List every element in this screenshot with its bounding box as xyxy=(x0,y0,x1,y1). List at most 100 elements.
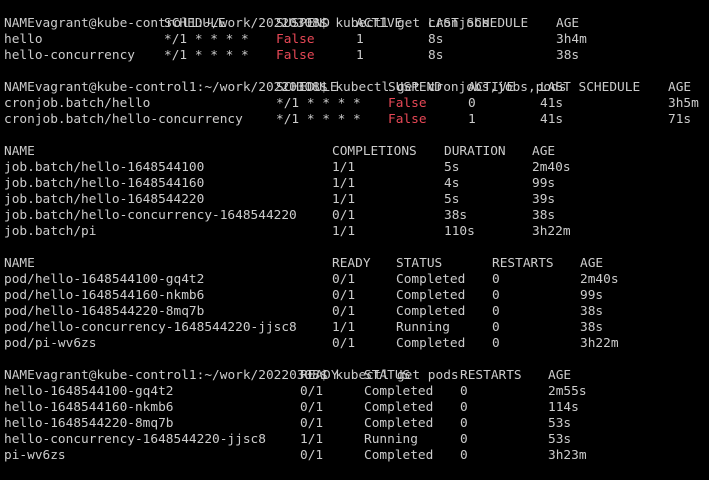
job-name: job.batch/hello-1648544220 xyxy=(4,192,205,207)
column-header-duration: DURATION xyxy=(444,144,506,159)
pod-restarts: 0 xyxy=(492,320,500,335)
pod-age: 38s xyxy=(580,304,604,319)
pod-name: hello-1648544100-gq4t2 xyxy=(4,384,174,399)
column-header-age: AGE xyxy=(668,80,692,95)
column-header-age: AGE xyxy=(580,256,604,271)
cronjob-active: 1 xyxy=(356,32,364,47)
pod-ready: 0/1 xyxy=(300,416,324,431)
job-completions: 1/1 xyxy=(332,224,356,239)
cronjob-schedule: */1 * * * * xyxy=(276,112,361,127)
table-row: job.batch/hello-1648544100 1/1 5s 2m40s xyxy=(4,160,709,176)
cronjob-name: cronjob.batch/hello-concurrency xyxy=(4,112,243,127)
job-age: 38s xyxy=(532,208,556,223)
cronjob-last-schedule: 8s xyxy=(428,48,444,63)
pod-age: 114s xyxy=(548,400,579,415)
column-header-age: AGE xyxy=(556,16,580,31)
pod-ready: 0/1 xyxy=(332,304,356,319)
cronjob-age: 3h4m xyxy=(556,32,587,47)
column-header-last-schedule: LAST SCHEDULE xyxy=(428,16,529,31)
cronjob-age: 71s xyxy=(668,112,692,127)
column-header-active: ACTIVE xyxy=(468,80,515,95)
cronjob-name: cronjob.batch/hello xyxy=(4,96,151,111)
pod-restarts: 0 xyxy=(492,336,500,351)
pod-status: Completed xyxy=(364,384,434,399)
pod-status: Completed xyxy=(364,416,434,431)
pod-name: pod/hello-1648544100-gq4t2 xyxy=(4,272,205,287)
pod-status: Completed xyxy=(396,272,466,287)
command-line[interactable]: vagrant@kube-control1:~/work/20220308$ xyxy=(4,464,709,480)
pod-status: Completed xyxy=(364,448,434,463)
pod-restarts: 0 xyxy=(492,288,500,303)
column-header-name: NAME xyxy=(4,256,35,271)
table-row: hello-1648544160-nkmb6 0/1 Completed 0 1… xyxy=(4,400,709,416)
job-completions: 1/1 xyxy=(332,160,356,175)
cronjob-active: 1 xyxy=(356,48,364,63)
table-row: cronjob.batch/hello */1 * * * * False 0 … xyxy=(4,96,709,112)
job-name: job.batch/hello-1648544100 xyxy=(4,160,205,175)
pod-restarts: 0 xyxy=(460,432,468,447)
pod-restarts: 0 xyxy=(460,400,468,415)
pod-restarts: 0 xyxy=(492,272,500,287)
table-row: cronjob.batch/hello-concurrency */1 * * … xyxy=(4,112,709,128)
cronjob-last-schedule: 41s xyxy=(540,112,564,127)
job-duration: 38s xyxy=(444,208,468,223)
pod-age: 99s xyxy=(580,288,604,303)
pod-status: Completed xyxy=(396,336,466,351)
pod-name: pod/hello-concurrency-1648544220-jjsc8 xyxy=(4,320,297,335)
table-row: hello */1 * * * * False 1 8s 3h4m xyxy=(4,32,709,48)
table-row: pod/hello-1648544220-8mq7b 0/1 Completed… xyxy=(4,304,709,320)
table-row: job.batch/pi 1/1 110s 3h22m xyxy=(4,224,709,240)
pod-age: 3h22m xyxy=(580,336,619,351)
pod-ready: 1/1 xyxy=(300,432,324,447)
pod-status: Completed xyxy=(364,400,434,415)
table-header: NAME SCHEDULE SUSPEND ACTIVE LAST SCHEDU… xyxy=(4,80,709,96)
table-header: NAME READY STATUS RESTARTS AGE xyxy=(4,368,709,384)
column-header-restarts: RESTARTS xyxy=(492,256,554,271)
job-age: 39s xyxy=(532,192,556,207)
pod-name: hello-1648544220-8mq7b xyxy=(4,416,174,431)
cronjob-suspend: False xyxy=(276,32,315,47)
pod-ready: 1/1 xyxy=(332,320,356,335)
pod-name: hello-1648544160-nkmb6 xyxy=(4,400,174,415)
pod-age: 3h23m xyxy=(548,448,587,463)
table-row: job.batch/hello-1648544160 1/1 4s 99s xyxy=(4,176,709,192)
column-header-restarts: RESTARTS xyxy=(460,368,522,383)
pod-name: pod/hello-1648544220-8mq7b xyxy=(4,304,205,319)
job-name: job.batch/hello-1648544160 xyxy=(4,176,205,191)
job-age: 3h22m xyxy=(532,224,571,239)
column-header-name: NAME xyxy=(4,16,35,31)
job-duration: 4s xyxy=(444,176,460,191)
command-line: vagrant@kube-control1:~/work/20220308$ k… xyxy=(4,64,709,95)
table-row: hello-1648544100-gq4t2 0/1 Completed 0 2… xyxy=(4,384,709,400)
cronjob-suspend: False xyxy=(276,48,315,63)
table-row: hello-1648544220-8mq7b 0/1 Completed 0 5… xyxy=(4,416,709,432)
cronjob-name: hello-concurrency xyxy=(4,48,135,63)
cronjob-age: 38s xyxy=(556,48,580,63)
job-age: 99s xyxy=(532,176,556,191)
table-row: pod/hello-1648544160-nkmb6 0/1 Completed… xyxy=(4,288,709,304)
job-duration: 110s xyxy=(444,224,475,239)
job-completions: 1/1 xyxy=(332,192,356,207)
pod-status: Running xyxy=(396,320,450,335)
pod-ready: 0/1 xyxy=(332,336,356,351)
table-row: pi-wv6zs 0/1 Completed 0 3h23m xyxy=(4,448,709,464)
pod-status: Running xyxy=(364,432,418,447)
column-header-active: ACTIVE xyxy=(356,16,403,31)
column-header-age: AGE xyxy=(548,368,572,383)
table-row: hello-concurrency */1 * * * * False 1 8s… xyxy=(4,48,709,64)
job-completions: 0/1 xyxy=(332,208,356,223)
pod-name: hello-concurrency-1648544220-jjsc8 xyxy=(4,432,266,447)
job-name: job.batch/hello-concurrency-1648544220 xyxy=(4,208,297,223)
command-line: vagrant@kube-control1:~/work/20220308$ k… xyxy=(4,352,709,383)
pod-name: pi-wv6zs xyxy=(4,448,66,463)
terminal-window[interactable]: vagrant@kube-control1:~/work/20220308$ k… xyxy=(0,0,709,480)
cronjob-last-schedule: 41s xyxy=(540,96,564,111)
column-header-status: STATUS xyxy=(396,256,443,271)
pod-ready: 0/1 xyxy=(300,448,324,463)
table-row: pod/pi-wv6zs 0/1 Completed 0 3h22m xyxy=(4,336,709,352)
pod-age: 2m40s xyxy=(580,272,619,287)
column-header-suspend: SUSPEND xyxy=(276,16,330,31)
column-header-ready: READY xyxy=(300,368,339,383)
